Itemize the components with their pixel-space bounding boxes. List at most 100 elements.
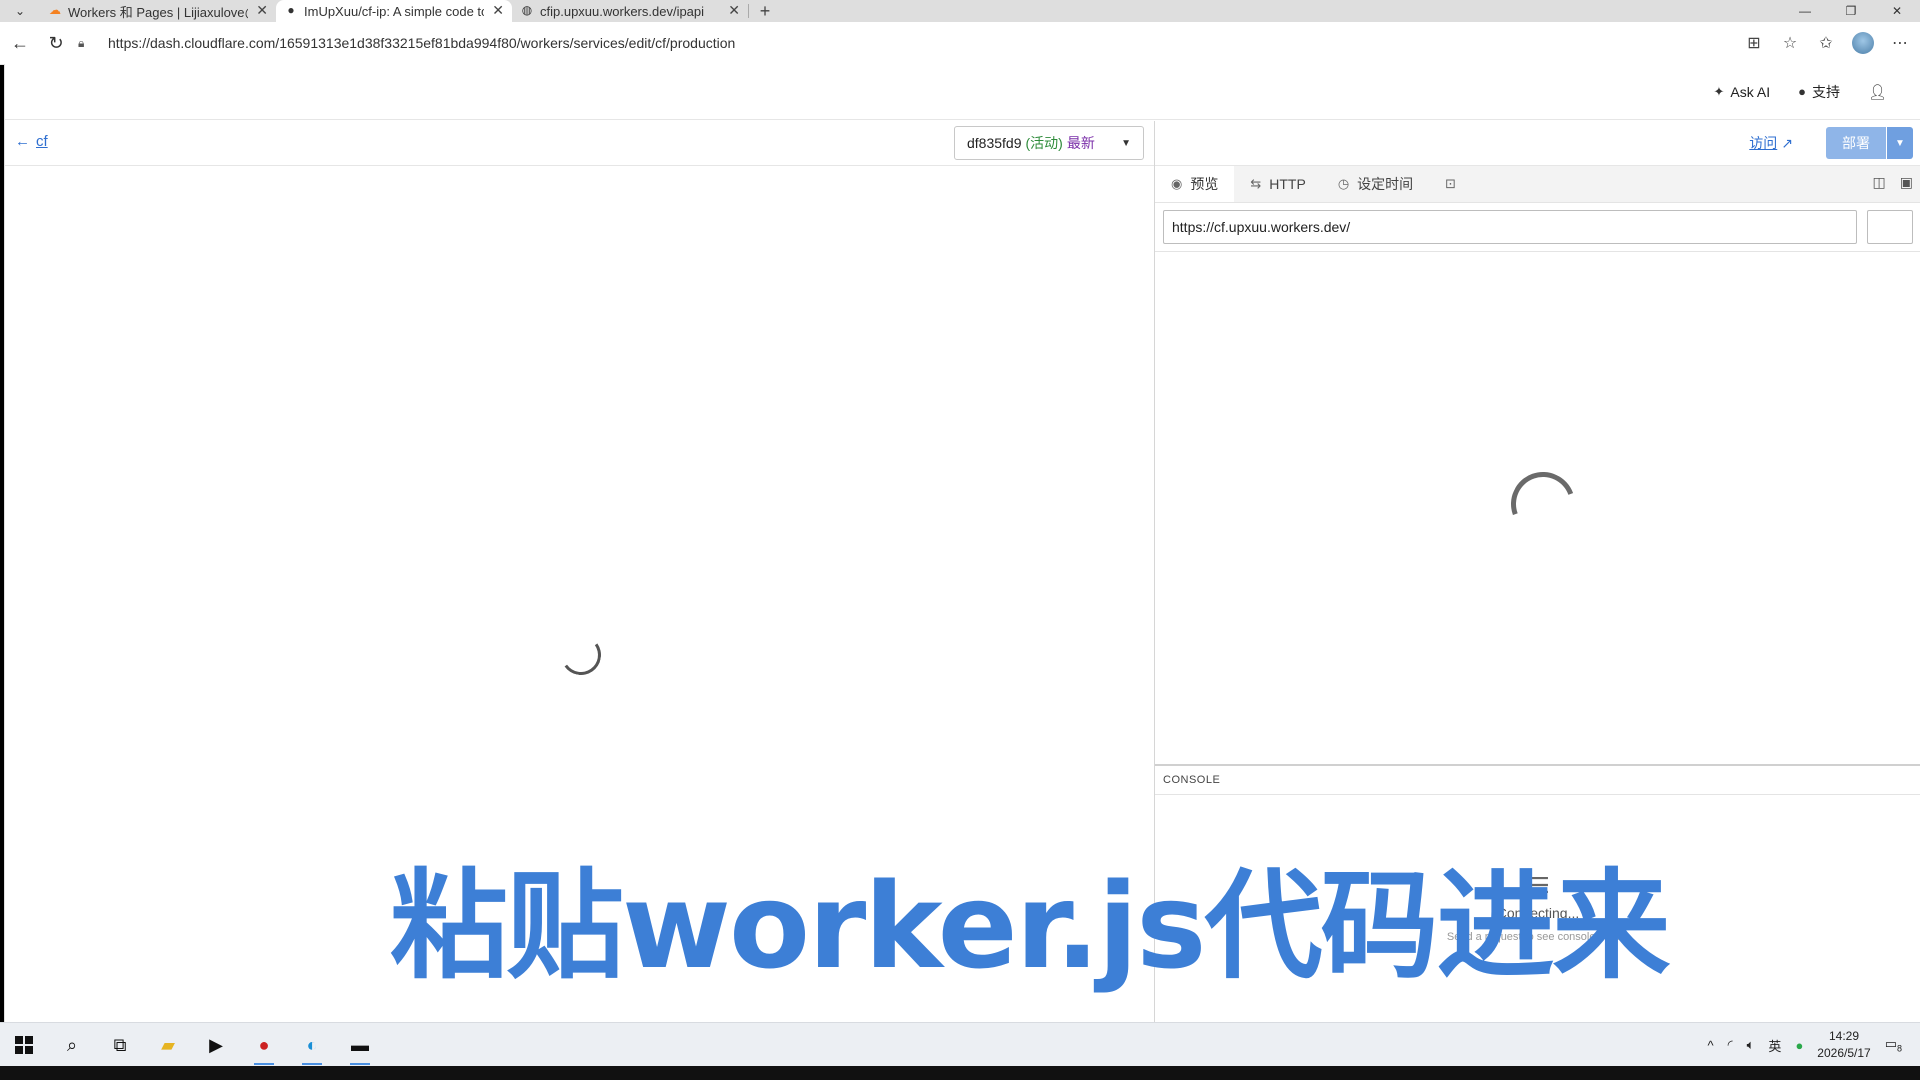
version-status: (活动) — [1025, 135, 1063, 151]
restore-icon[interactable]: ❐ — [1828, 0, 1874, 22]
deploy-button[interactable]: 部署 — [1826, 127, 1886, 159]
address-bar[interactable]: 🔒︎ https://dash.cloudflare.com/16591313e… — [78, 28, 1540, 58]
browser-toolbar-actions: ⊞ ☆ ✩ ⋯ — [1744, 28, 1910, 58]
windows-taskbar: ⌕ ⧉ ▰ ▶ ● ◐ ▬ ^ ◜ 🔈︎ 英 ● 14:29 2026/5/17… — [0, 1022, 1920, 1067]
preview-loading-spinner — [1500, 461, 1586, 547]
app-install-icon[interactable]: ⊞ — [1744, 33, 1764, 53]
preview-url-input[interactable] — [1163, 210, 1857, 244]
browser-tab-strip: ⌄ ☁ Workers 和 Pages | Lijiaxulove@ou ✕ ●… — [0, 0, 1920, 22]
preview-header: 访问 ↗ 部署 ▼ — [1155, 121, 1920, 166]
edge-browser-icon[interactable]: ◐ — [288, 1023, 336, 1067]
tab-http-label: HTTP — [1269, 176, 1306, 192]
more-menu-icon[interactable]: ⋯ — [1890, 33, 1910, 53]
notification-center-icon[interactable]: ▭8 — [1885, 1036, 1902, 1054]
github-icon: ● — [287, 3, 295, 17]
arrow-left-icon: ← — [15, 133, 30, 150]
minimize-icon[interactable]: — — [1782, 0, 1828, 22]
preview-viewport — [1155, 252, 1920, 766]
system-tray: ^ ◜ 🔈︎ 英 ● 14:29 2026/5/17 ▭8 — [1707, 1023, 1920, 1067]
visit-label: 访问 — [1749, 135, 1778, 151]
ask-ai-label: Ask AI — [1730, 83, 1771, 100]
close-icon[interactable]: ✕ — [728, 2, 740, 19]
media-player-icon[interactable]: ▶ — [192, 1023, 240, 1067]
external-link-icon: ↗ — [1781, 134, 1793, 151]
screen-bottom-edge — [0, 1066, 1920, 1080]
user-icon: 👤︎ — [1867, 83, 1887, 101]
console-header: CONSOLE — [1155, 766, 1920, 795]
eye-icon: ◉ — [1171, 176, 1183, 191]
visit-link[interactable]: 访问 ↗ — [1749, 133, 1793, 153]
file-explorer-icon[interactable]: ▰ — [144, 1023, 192, 1067]
browser-tab-github[interactable]: ● ImUpXuu/cf-ip: A simple code to g ✕ — [276, 0, 512, 22]
tab-terminal[interactable]: ⊡ — [1429, 166, 1472, 202]
window-controls: — ❐ ✕ — [1782, 0, 1920, 22]
terminal-app-icon[interactable]: ▬ — [336, 1023, 384, 1067]
user-menu-button[interactable]: 👤︎ — [1868, 83, 1887, 101]
editor-loading-spinner — [557, 631, 605, 679]
tab-label: cfip.upxuu.workers.dev/ipapi — [540, 3, 705, 19]
address-url: https://dash.cloudflare.com/16591313e1d3… — [108, 35, 736, 51]
version-select[interactable]: df835fd9 (活动) 最新 ▼ — [954, 126, 1144, 160]
tab-label: ImUpXuu/cf-ip: A simple code to g — [304, 3, 484, 19]
reload-icon[interactable]: ↻ — [38, 25, 74, 61]
deploy-options-chevron-icon[interactable]: ▼ — [1886, 127, 1913, 159]
console-title: CONSOLE — [1163, 774, 1221, 786]
browser-tab-workers[interactable]: ☁ Workers 和 Pages | Lijiaxulove@ou ✕ — [40, 0, 276, 22]
favorite-star-icon[interactable]: ☆ — [1780, 33, 1800, 53]
terminal-icon: ⊡ — [1445, 176, 1457, 191]
notification-count: 8 — [1896, 1043, 1902, 1054]
preview-go-button[interactable] — [1867, 210, 1913, 244]
browser-tab-cfip[interactable]: ◍ cfip.upxuu.workers.dev/ipapi ✕ — [512, 0, 748, 22]
search-icon[interactable]: ⌕ — [48, 1023, 96, 1067]
tab-preview-label: 预览 — [1190, 176, 1219, 192]
tab-http[interactable]: ⇆ HTTP — [1234, 166, 1321, 202]
browser-toolbar: ← ↻ 🔒︎ https://dash.cloudflare.com/16591… — [0, 22, 1920, 65]
favorites-list-icon[interactable]: ✩ — [1816, 33, 1836, 53]
tray-chevron-up-icon[interactable]: ^ — [1707, 1038, 1713, 1053]
globe-icon: ◍ — [521, 3, 533, 17]
task-view-icon[interactable]: ⧉ — [96, 1023, 144, 1067]
arrows-icon: ⇆ — [1250, 176, 1262, 191]
sparkle-icon: ✦ — [1713, 83, 1725, 99]
preview-tabs: ◉ 预览 ⇆ HTTP ◷ 设定时间 ⊡ ◫ ▣ — [1155, 166, 1920, 203]
close-icon[interactable]: ✕ — [256, 2, 268, 19]
preview-url-row — [1155, 203, 1920, 252]
lock-icon: 🔒︎ — [78, 35, 85, 50]
new-tab-plus-icon[interactable]: + — [749, 0, 781, 22]
support-button[interactable]: ● 支持 — [1798, 82, 1840, 102]
preview-layout-actions: ◫ ▣ — [1873, 174, 1913, 191]
tab-schedule[interactable]: ◷ 设定时间 — [1322, 166, 1429, 202]
start-windows-icon[interactable] — [0, 1023, 48, 1067]
tab-schedule-label: 设定时间 — [1357, 176, 1414, 192]
support-label: 支持 — [1811, 83, 1840, 100]
back-arrow-icon[interactable]: ← — [2, 25, 38, 61]
clock-date: 2026/5/17 — [1817, 1046, 1871, 1060]
ask-ai-button[interactable]: ✦ Ask AI — [1714, 84, 1771, 100]
tab-preview[interactable]: ◉ 预览 — [1155, 166, 1235, 202]
ime-indicator[interactable]: 英 — [1768, 1036, 1781, 1055]
version-tag: 最新 — [1066, 135, 1095, 151]
back-to-worker-link[interactable]: ← cf — [15, 133, 48, 150]
caret-down-icon: ▼ — [1121, 137, 1131, 149]
editor-header: ← cf df835fd9 (活动) 最新 ▼ — [5, 121, 1154, 166]
app-tray-icon[interactable]: ● — [1795, 1038, 1803, 1053]
cloudflare-icon: ☁ — [49, 3, 61, 17]
deploy-button-group: 部署 ▼ — [1826, 127, 1913, 159]
deploy-label: 部署 — [1842, 135, 1870, 151]
worker-name: cf — [36, 133, 48, 150]
split-view-icon[interactable]: ◫ — [1873, 174, 1886, 191]
console-toggle-icon[interactable]: ▣ — [1900, 174, 1913, 191]
video-caption: 粘贴worker.js代码进来 — [390, 857, 1670, 995]
tab-label: Workers 和 Pages | Lijiaxulove@ou — [68, 4, 248, 20]
volume-icon[interactable]: 🔈︎ — [1747, 1037, 1755, 1053]
window-close-icon[interactable]: ✕ — [1874, 0, 1920, 22]
clock-time: 14:29 — [1828, 1029, 1859, 1043]
system-clock[interactable]: 14:29 2026/5/17 — [1817, 1028, 1870, 1062]
recorder-app-icon[interactable]: ● — [240, 1023, 288, 1067]
close-icon[interactable]: ✕ — [492, 2, 504, 19]
network-icon[interactable]: ◜ — [1728, 1037, 1733, 1053]
profile-avatar[interactable] — [1852, 32, 1874, 54]
clock-icon: ◷ — [1337, 176, 1350, 191]
tab-actions-chevron-icon[interactable]: ⌄ — [0, 0, 40, 22]
dashboard-topbar: ✦ Ask AI ● 支持 👤︎ — [5, 64, 1920, 120]
